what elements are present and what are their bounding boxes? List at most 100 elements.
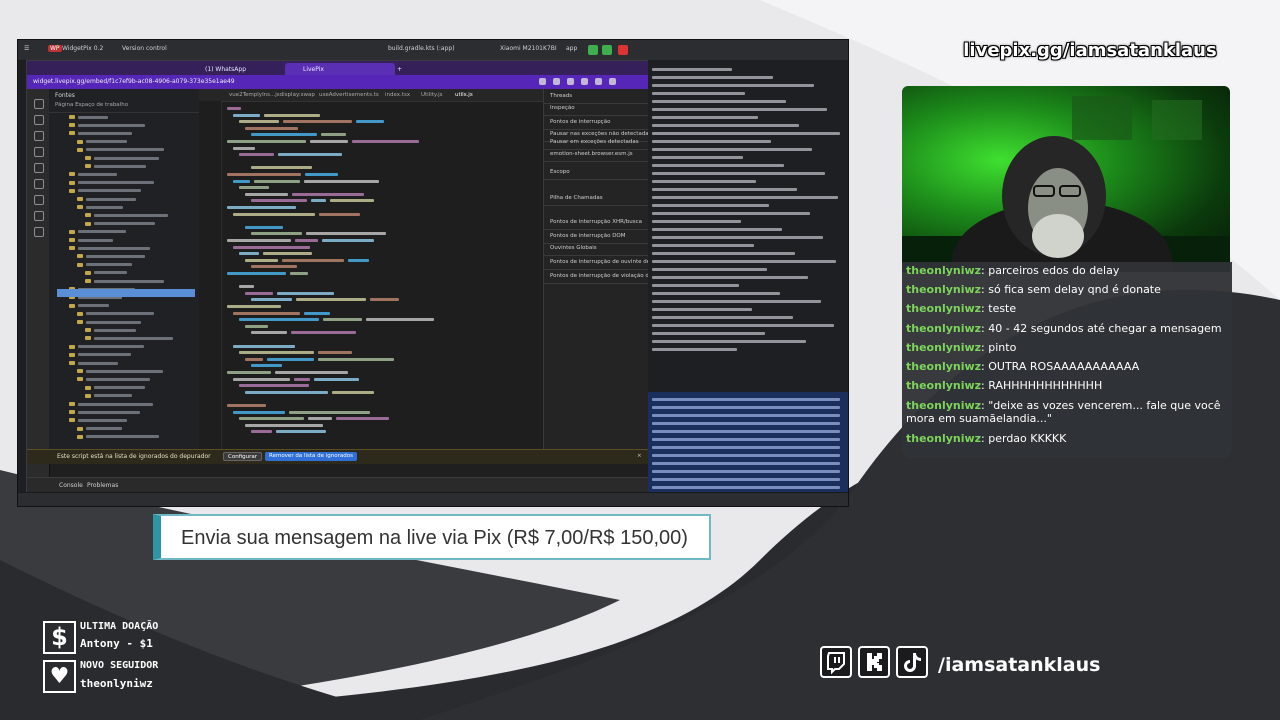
- tree-item[interactable]: [78, 353, 131, 357]
- security-icon[interactable]: [34, 211, 44, 221]
- debugger-section[interactable]: Pontos de interrupção XHR/busca: [550, 219, 642, 225]
- extension-icon[interactable]: [581, 78, 588, 85]
- debugger-section[interactable]: Pontos de interrupção de violação do: [550, 273, 649, 279]
- chat-username[interactable]: theonlyniwz: [906, 432, 981, 445]
- debugger-section[interactable]: Inspeção: [550, 105, 575, 111]
- debugger-section[interactable]: Pontos de interrupção: [550, 119, 610, 125]
- debugger-section[interactable]: emotion-sheet.browser.esm.js: [550, 151, 633, 157]
- extension-icon[interactable]: [539, 78, 546, 85]
- stop-icon[interactable]: [618, 45, 628, 55]
- debugger-section[interactable]: Pontos de interrupção de ouvinte de: [550, 259, 649, 265]
- tree-item[interactable]: [78, 402, 153, 406]
- tree-item[interactable]: [94, 164, 146, 168]
- chat-username[interactable]: theonlyniwz: [906, 399, 981, 412]
- file-tab[interactable]: Utility.js: [421, 92, 443, 98]
- performance-icon[interactable]: [34, 163, 44, 173]
- tree-item[interactable]: [78, 115, 108, 119]
- menu-icon[interactable]: ☰: [24, 45, 29, 52]
- debug-icon[interactable]: [602, 45, 612, 55]
- tab-livepix[interactable]: LivePix: [285, 63, 395, 75]
- tree-item-selected[interactable]: [57, 289, 195, 297]
- tree-item[interactable]: [86, 263, 132, 267]
- tree-item[interactable]: [94, 328, 136, 332]
- tree-item[interactable]: [78, 230, 126, 234]
- network-icon[interactable]: [34, 147, 44, 157]
- tree-item[interactable]: [78, 361, 118, 365]
- run-icon[interactable]: [588, 45, 598, 55]
- settings-icon[interactable]: [34, 227, 44, 237]
- tree-item[interactable]: [94, 394, 132, 398]
- tree-item[interactable]: [86, 427, 122, 431]
- tree-item[interactable]: [78, 189, 141, 193]
- file-tab-active[interactable]: utils.js: [455, 92, 473, 98]
- tree-item[interactable]: [94, 279, 164, 283]
- tree-item[interactable]: [86, 320, 141, 324]
- tree-item[interactable]: [86, 148, 164, 152]
- debugger-section[interactable]: Threads: [550, 93, 572, 99]
- debugger-section[interactable]: Pilha de Chamadas: [550, 195, 603, 201]
- close-icon[interactable]: ×: [633, 452, 646, 461]
- chat-username[interactable]: theonlyniwz: [906, 379, 981, 392]
- tree-item[interactable]: [94, 156, 159, 160]
- tree-item[interactable]: [78, 304, 109, 308]
- debugger-section[interactable]: Escopo: [550, 169, 570, 175]
- menu-icon[interactable]: [609, 78, 616, 85]
- chat-username[interactable]: theonlyniwz: [906, 341, 981, 354]
- debugger-section[interactable]: Pausar em exceções detectadas: [550, 139, 639, 145]
- tree-item[interactable]: [86, 205, 123, 209]
- build-config[interactable]: build.gradle.kts (:app): [388, 45, 455, 52]
- tree-item[interactable]: [78, 345, 144, 349]
- memory-icon[interactable]: [34, 179, 44, 189]
- sources-icon[interactable]: [34, 131, 44, 141]
- address-bar[interactable]: widget.livepix.gg/embed/f1c7ef9b-ac08-49…: [27, 75, 649, 89]
- profile-icon[interactable]: [595, 78, 602, 85]
- tree-item[interactable]: [86, 140, 127, 144]
- tree-item[interactable]: [86, 254, 145, 258]
- console-tab[interactable]: Console: [59, 482, 83, 489]
- tree-item[interactable]: [94, 213, 168, 217]
- chat-username[interactable]: theonlyniwz: [906, 283, 981, 296]
- debugger-section[interactable]: Ouvintes Globais: [550, 245, 597, 251]
- sources-nav-tabs[interactable]: Página Espaço de trabalho: [49, 102, 199, 113]
- extension-icon[interactable]: [553, 78, 560, 85]
- console-icon[interactable]: [34, 115, 44, 125]
- debugger-section[interactable]: Pausar nas exceções não detectadas: [550, 131, 649, 137]
- code-editor[interactable]: vue2TemplyIns...jsdisplay:swap useAdvert…: [199, 89, 543, 449]
- tree-item[interactable]: [78, 238, 113, 242]
- tree-item[interactable]: [86, 369, 163, 373]
- tree-item[interactable]: [94, 222, 155, 226]
- extension-icon[interactable]: [567, 78, 574, 85]
- application-icon[interactable]: [34, 195, 44, 205]
- tree-item[interactable]: [86, 197, 136, 201]
- vcs-menu[interactable]: Version control: [122, 45, 167, 52]
- chat-username[interactable]: theonlyniwz: [906, 360, 981, 373]
- tab-whatsapp[interactable]: (1) WhatsApp: [187, 63, 279, 75]
- file-tab[interactable]: useAdvertisements.ts: [319, 92, 379, 98]
- tree-item[interactable]: [94, 386, 145, 390]
- tree-item[interactable]: [78, 131, 132, 135]
- file-tab[interactable]: index.tsx: [385, 92, 410, 98]
- module-selector[interactable]: app: [566, 45, 577, 52]
- device-selector[interactable]: Xiaomi M2101K7BI: [500, 45, 557, 52]
- tree-item[interactable]: [78, 181, 154, 185]
- tree-item[interactable]: [78, 123, 145, 127]
- remove-from-ignore-list-button[interactable]: Remover da lista de ignorados: [265, 452, 357, 461]
- project-name[interactable]: WidgetPix 0.2: [62, 45, 103, 52]
- chat-username[interactable]: theonlyniwz: [906, 302, 981, 315]
- tree-item[interactable]: [86, 435, 159, 439]
- tree-item[interactable]: [86, 312, 154, 316]
- tree-item[interactable]: [94, 271, 127, 275]
- new-tab-icon[interactable]: +: [391, 63, 410, 75]
- tree-item[interactable]: [78, 172, 117, 176]
- tree-item[interactable]: [78, 418, 127, 422]
- file-tab[interactable]: vue2TemplyIns...jsdisplay:swap: [229, 92, 315, 98]
- debugger-section[interactable]: Pontos de interrupção DOM: [550, 233, 626, 239]
- elements-icon[interactable]: [34, 99, 44, 109]
- tree-item[interactable]: [78, 246, 150, 250]
- configure-button[interactable]: Configurar: [223, 452, 263, 461]
- tree-item[interactable]: [94, 336, 173, 340]
- tree-item[interactable]: [78, 410, 140, 414]
- problems-tab[interactable]: Problemas: [87, 482, 118, 489]
- tree-item[interactable]: [86, 377, 150, 381]
- chat-username[interactable]: theonlyniwz: [906, 264, 981, 277]
